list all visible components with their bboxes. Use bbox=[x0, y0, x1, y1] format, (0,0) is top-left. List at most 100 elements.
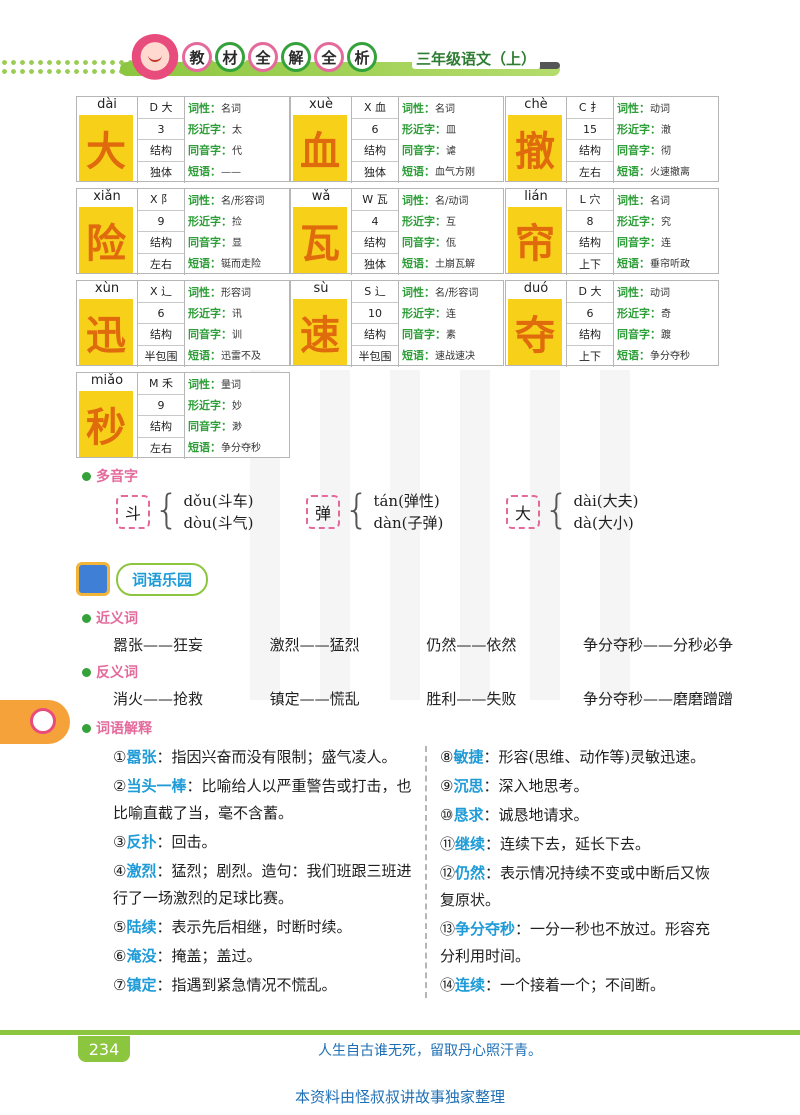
index-radical: W 瓦 bbox=[352, 189, 398, 211]
hanzi: 迅 bbox=[79, 299, 133, 365]
char-meta: C 扌 15 结构 左右 bbox=[566, 97, 614, 183]
phrase-row: 短语：—— bbox=[188, 165, 241, 178]
phrase-row: 短语：争分夺秒 bbox=[617, 349, 690, 362]
brand-char: 全 bbox=[314, 42, 344, 72]
brace-icon: { bbox=[544, 487, 570, 533]
brand-char: 解 bbox=[281, 42, 311, 72]
character-card: xuè 血 X 血 6 结构 独体 词性：名词 形近字：皿 同音字：谑 短语：血气方刚 bbox=[290, 96, 504, 183]
structure-type: 上下 bbox=[579, 349, 601, 363]
polyphone-heading: 多音字 bbox=[82, 466, 138, 486]
definition-text: ：深入地思考。 bbox=[483, 777, 589, 795]
stroke-count: 6 bbox=[352, 119, 398, 140]
definition-number: ⑤ bbox=[113, 918, 127, 936]
definition-number: ⑫ bbox=[440, 864, 456, 882]
definition-number: ⑦ bbox=[113, 976, 127, 994]
char-details: 词性：名/形容词 形近字：连 同音字：素 短语：速战速决 bbox=[402, 282, 504, 366]
antonym-list: 消火——抢救 镇定——慌乱 胜利——失败 争分夺秒——磨磨蹭蹭 bbox=[113, 688, 733, 709]
char-meta: D 大 6 结构 上下 bbox=[566, 281, 614, 367]
pos-row: 词性：量词 bbox=[188, 378, 241, 391]
char-meta: S 辶 10 结构 半包围 bbox=[351, 281, 399, 367]
similar-row: 形近字：连 bbox=[402, 307, 456, 320]
pinyin: duó bbox=[523, 281, 549, 296]
hanzi: 帘 bbox=[508, 207, 562, 273]
polyphone-char: 斗 bbox=[116, 495, 150, 529]
definition-term: 继续 bbox=[455, 835, 486, 853]
brace-icon: { bbox=[344, 487, 370, 533]
word-pair: 仍然——依然 bbox=[426, 636, 517, 654]
index-radical: S 辶 bbox=[352, 281, 398, 303]
synonym-heading: 近义词 bbox=[82, 608, 138, 628]
char-meta: M 禾 9 结构 左右 bbox=[137, 373, 185, 459]
definition-number: ④ bbox=[113, 862, 127, 880]
homophone-row: 同音字：渺 bbox=[188, 420, 242, 433]
definition-item: ⑥淹没：掩盖；盖过。 bbox=[113, 943, 413, 970]
character-card: sù 速 S 辶 10 结构 半包围 词性：名/形容词 形近字：连 同音字：素 短语：速战速决 bbox=[290, 280, 504, 367]
char-details: 词性：名词 形近字：究 同音字：连 短语：垂帘听政 bbox=[617, 190, 719, 274]
definition-term: 当头一棒 bbox=[126, 777, 187, 795]
hanzi: 夺 bbox=[508, 299, 562, 365]
index-radical: X 阝 bbox=[138, 189, 184, 211]
similar-row: 形近字：究 bbox=[617, 215, 671, 228]
definition-number: ⑪ bbox=[440, 835, 456, 853]
definition-term: 激烈 bbox=[126, 862, 157, 880]
structure-label: 结构 bbox=[138, 232, 184, 254]
hanzi: 撤 bbox=[508, 115, 562, 181]
definition-term: 沉思 bbox=[453, 777, 484, 795]
stroke-count: 6 bbox=[567, 303, 613, 324]
pinyin: xiǎn bbox=[93, 189, 121, 204]
similar-row: 形近字：奇 bbox=[617, 307, 671, 320]
pos-row: 词性：名词 bbox=[402, 102, 455, 115]
stroke-count: 15 bbox=[567, 119, 613, 140]
index-radical: X 辶 bbox=[138, 281, 184, 303]
definition-item: ③反扑：回击。 bbox=[113, 829, 413, 856]
character-card: xiǎn 险 X 阝 9 结构 左右 词性：名/形容词 形近字：捡 同音字：显 短语：铤而走险 bbox=[76, 188, 290, 275]
structure-type: 半包围 bbox=[144, 349, 178, 363]
polyphone-item: 弹 { tán(弹性) dàn(子弹) bbox=[306, 490, 443, 534]
phrase-row: 短语：血气方刚 bbox=[402, 165, 475, 178]
word-pair: 镇定——慌乱 bbox=[269, 690, 360, 708]
word-pair: 消火——抢救 bbox=[113, 690, 204, 708]
structure-label: 结构 bbox=[567, 324, 613, 346]
definition-item: ⑪继续：连续下去，延长下去。 bbox=[440, 831, 725, 858]
polyphone-reading: dài(大夫) bbox=[573, 492, 639, 510]
similar-row: 形近字：讯 bbox=[188, 307, 242, 320]
polyphone-item: 斗 { dǒu(斗车) dòu(斗气) bbox=[116, 490, 253, 534]
structure-type: 独体 bbox=[364, 165, 386, 179]
character-card: duó 夺 D 大 6 结构 上下 词性：动词 形近字：奇 同音字：踱 短语：争分夺秒 bbox=[505, 280, 719, 367]
similar-row: 形近字：澈 bbox=[617, 123, 671, 136]
side-tab bbox=[0, 700, 70, 744]
homophone-row: 同音字：谑 bbox=[402, 144, 456, 157]
pos-row: 词性：名词 bbox=[617, 194, 670, 207]
structure-type: 左右 bbox=[150, 441, 172, 455]
char-details: 词性：名/动词 形近字：互 同音字：佤 短语：土崩瓦解 bbox=[402, 190, 504, 274]
char-details: 词性：名词 形近字：太 同音字：代 短语：—— bbox=[188, 98, 290, 182]
definition-text: ：回击。 bbox=[156, 833, 217, 851]
definition-number: ② bbox=[113, 777, 127, 795]
definition-item: ⑦镇定：指遇到紧急情况不慌乱。 bbox=[113, 972, 413, 999]
credit-line: 本资料由怪叔叔讲故事独家整理 bbox=[294, 1088, 505, 1106]
hanzi: 瓦 bbox=[293, 207, 347, 273]
brand-char: 教 bbox=[182, 42, 212, 72]
definition-term: 嚣张 bbox=[126, 748, 157, 766]
fun-title: 词语乐园 bbox=[116, 562, 209, 596]
definition-item: ⑫仍然：表示情况持续不变或中断后又恢复原状。 bbox=[440, 860, 725, 914]
definition-term: 恳求 bbox=[453, 806, 484, 824]
polyphone-char: 大 bbox=[506, 495, 540, 529]
definition-term: 争分夺秒 bbox=[455, 920, 516, 938]
definition-item: ⑧敏捷：形容(思维、动作等)灵敏迅速。 bbox=[440, 744, 725, 771]
definition-text: ：指遇到紧急情况不慌乱。 bbox=[156, 976, 337, 994]
char-details: 词性：名词 形近字：皿 同音字：谑 短语：血气方刚 bbox=[402, 98, 504, 182]
char-details: 词性：形容词 形近字：讯 同音字：训 短语：迅雷不及 bbox=[188, 282, 290, 366]
polyphone-reading: tán(弹性) bbox=[373, 492, 440, 510]
pos-row: 词性：名/形容词 bbox=[188, 194, 265, 207]
pinyin: xuè bbox=[309, 97, 333, 112]
brace-icon: { bbox=[154, 487, 180, 533]
definition-number: ③ bbox=[113, 833, 127, 851]
pinyin: xùn bbox=[94, 281, 120, 296]
footer-band bbox=[0, 1030, 800, 1035]
structure-type: 上下 bbox=[579, 257, 601, 271]
index-radical: C 扌 bbox=[567, 97, 613, 119]
char-meta: X 辶 6 结构 半包围 bbox=[137, 281, 185, 367]
phrase-row: 短语：迅雷不及 bbox=[188, 349, 261, 362]
character-card: wǎ 瓦 W 瓦 4 结构 独体 词性：名/动词 形近字：互 同音字：佤 短语：土崩瓦解 bbox=[290, 188, 504, 275]
